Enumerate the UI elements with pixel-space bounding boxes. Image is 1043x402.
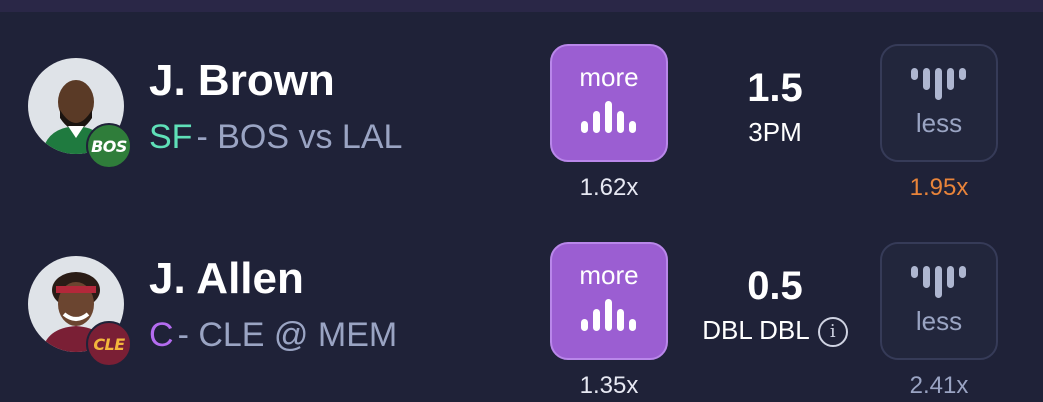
more-button[interactable]: more — [550, 242, 668, 360]
less-label: less — [915, 306, 963, 336]
line-value: 0.5 — [747, 264, 803, 308]
less-button[interactable]: less — [880, 44, 998, 162]
stat-label: DBL DBL — [702, 315, 810, 345]
more-multiplier: 1.35x — [579, 372, 639, 399]
player-subtitle: C- CLE @ MEM — [149, 316, 397, 355]
team-badge: BOS — [86, 123, 132, 169]
less-multiplier: 1.95x — [909, 174, 969, 201]
more-button[interactable]: more — [550, 44, 668, 162]
more-label: more — [579, 260, 639, 290]
stat-type: 3PM — [675, 117, 875, 148]
bars-up-icon — [581, 299, 636, 331]
bars-down-icon — [911, 266, 966, 298]
line-value: 1.5 — [747, 66, 803, 110]
team-badge: CLE — [86, 321, 132, 367]
stat-label: 3PM — [748, 117, 802, 147]
player-name: J. Brown — [149, 56, 335, 105]
less-label: less — [915, 108, 963, 138]
less-multiplier: 2.41x — [909, 372, 969, 399]
more-label: more — [579, 62, 639, 92]
more-multiplier: 1.62x — [579, 174, 639, 201]
bars-up-icon — [581, 101, 636, 133]
matchup: CLE @ MEM — [198, 316, 398, 354]
info-icon[interactable]: i — [817, 317, 848, 348]
dash-separator: - — [196, 118, 218, 156]
top-divider — [0, 0, 1043, 12]
bars-down-icon — [911, 68, 966, 100]
player-position: SF — [149, 118, 193, 156]
matchup: BOS vs LAL — [217, 118, 403, 156]
pick-row: BOS J. Brown SF - BOS vs LAL more 1.62x 1… — [0, 14, 1043, 204]
stat-type: DBL DBL i — [675, 315, 875, 348]
less-button[interactable]: less — [880, 242, 998, 360]
dash-separator: - — [177, 316, 199, 354]
player-name: J. Allen — [149, 254, 304, 303]
pick-row: CLE J. Allen C- CLE @ MEM more 1.35x 0.5… — [0, 212, 1043, 402]
player-position: C — [149, 316, 174, 354]
player-subtitle: SF - BOS vs LAL — [149, 118, 402, 157]
